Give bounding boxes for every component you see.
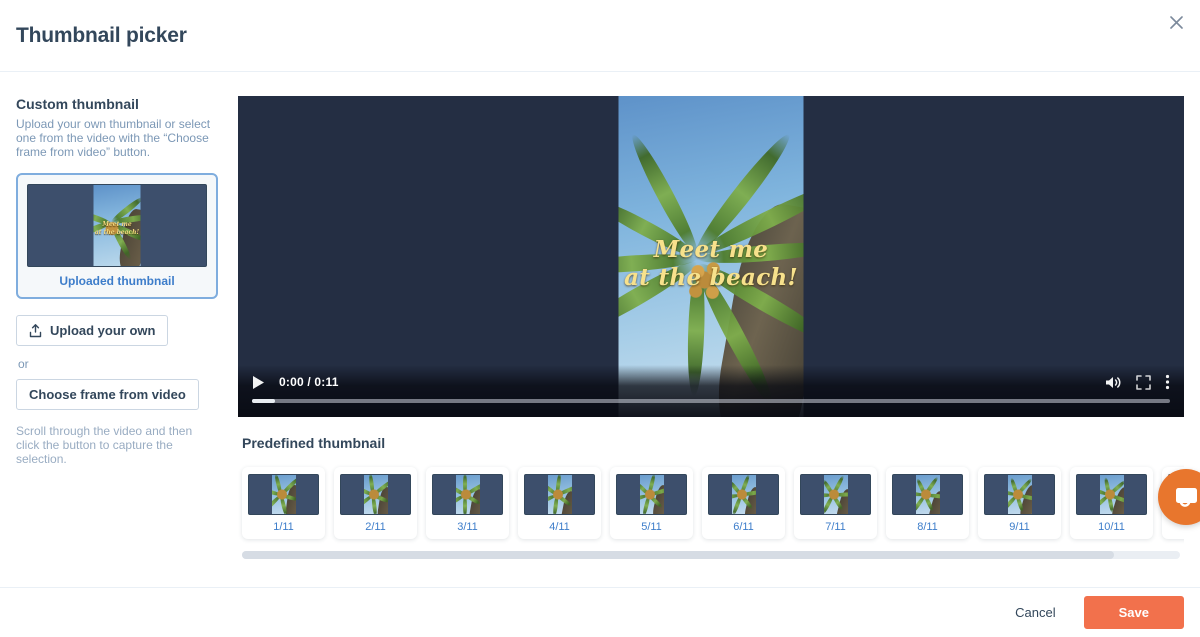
uploaded-caption-line2: at the beach! (95, 229, 139, 236)
predefined-thumbnail-label: 2/11 (340, 515, 411, 535)
predefined-thumbnail-card[interactable]: 6/11 (702, 467, 785, 539)
modal-header: Thumbnail picker (0, 0, 1200, 72)
thumbnail-picker-modal: Thumbnail picker Custom thumbnail Upload… (0, 0, 1200, 637)
video-caption-line2: at the beach! (624, 264, 798, 291)
thumbnail-strip-scrollbar[interactable] (242, 551, 1180, 559)
custom-thumbnail-heading: Custom thumbnail (16, 96, 218, 112)
predefined-thumbnail-label: 7/11 (800, 515, 871, 535)
predefined-thumbnail-frame (1100, 475, 1124, 514)
predefined-thumbnail-label: 1/11 (248, 515, 319, 535)
video-time-display: 0:00 / 0:11 (279, 375, 339, 389)
predefined-thumbnail-card[interactable]: 3/11 (426, 467, 509, 539)
coconut-cluster (277, 489, 287, 500)
predefined-thumbnail-label: 10/11 (1076, 515, 1147, 535)
capture-hint-text: Scroll through the video and then click … (16, 424, 218, 466)
video-caption-line1: Meet me (654, 236, 768, 263)
predefined-thumbnail-frame (272, 475, 296, 514)
predefined-thumbnail-frame (916, 475, 940, 514)
coconut-cluster (1013, 489, 1023, 500)
video-progress-bar[interactable] (252, 399, 1170, 403)
coconut-cluster (829, 489, 839, 500)
uploaded-thumbnail-card[interactable]: Meet me at the beach! Uploaded thumbnail (16, 173, 218, 299)
predefined-thumbnail-frame (732, 475, 756, 514)
predefined-thumbnail-strip-wrapper: 1/11 2/11 3/11 4/11 5/11 6/11 7/11 8/11 9/11 10/1… (238, 463, 1184, 549)
upload-your-own-label: Upload your own (50, 323, 155, 338)
close-icon[interactable] (1162, 8, 1190, 36)
volume-icon[interactable] (1104, 375, 1122, 390)
cancel-button[interactable]: Cancel (1009, 597, 1061, 628)
custom-thumbnail-panel: Custom thumbnail Upload your own thumbna… (16, 96, 218, 587)
predefined-thumbnail-card[interactable]: 8/11 (886, 467, 969, 539)
predefined-thumbnail-image (984, 474, 1055, 515)
uploaded-thumbnail-image: Meet me at the beach! (27, 184, 207, 267)
predefined-thumbnail-label: 4/11 (524, 515, 595, 535)
coconut-cluster (369, 489, 379, 500)
upload-icon (29, 324, 42, 338)
choose-frame-label: Choose frame from video (29, 387, 186, 402)
coconut-cluster (1105, 489, 1115, 500)
predefined-thumbnail-label: 5/11 (616, 515, 687, 535)
predefined-thumbnail-strip: 1/11 2/11 3/11 4/11 5/11 6/11 7/11 8/11 9/11 10/1… (238, 463, 1184, 549)
predefined-thumbnail-card[interactable]: 2/11 (334, 467, 417, 539)
predefined-thumbnail-frame (548, 475, 572, 514)
save-button[interactable]: Save (1084, 596, 1184, 629)
play-icon[interactable] (252, 375, 265, 390)
coconut-cluster (461, 489, 471, 500)
predefined-thumbnail-card[interactable]: 1/11 (242, 467, 325, 539)
predefined-thumbnail-label: 9/11 (984, 515, 1055, 535)
predefined-thumbnail-frame (640, 475, 664, 514)
uploaded-thumbnail-label: Uploaded thumbnail (27, 267, 207, 291)
predefined-thumbnail-image (432, 474, 503, 515)
predefined-thumbnail-card[interactable]: 5/11 (610, 467, 693, 539)
modal-body: Custom thumbnail Upload your own thumbna… (0, 72, 1200, 587)
video-and-thumbnails-panel: Meet me at the beach! 0:00 / 0:11 (238, 96, 1184, 587)
predefined-thumbnail-image (800, 474, 871, 515)
custom-thumbnail-description: Upload your own thumbnail or select one … (16, 117, 218, 159)
choose-frame-from-video-button[interactable]: Choose frame from video (16, 379, 199, 410)
fullscreen-icon[interactable] (1136, 375, 1151, 390)
predefined-thumbnail-image (1076, 474, 1147, 515)
predefined-thumbnail-image (708, 474, 779, 515)
more-vertical-icon[interactable] (1165, 374, 1170, 390)
predefined-thumbnail-image (616, 474, 687, 515)
video-controls-row: 0:00 / 0:11 (238, 365, 1184, 399)
video-player[interactable]: Meet me at the beach! 0:00 / 0:11 (238, 96, 1184, 417)
predefined-thumbnail-card[interactable]: 4/11 (518, 467, 601, 539)
upload-your-own-button[interactable]: Upload your own (16, 315, 168, 346)
uploaded-caption-line1: Meet me (102, 221, 131, 228)
video-controls: 0:00 / 0:11 (238, 365, 1184, 417)
or-separator-label: or (18, 357, 218, 371)
predefined-thumbnail-label: 6/11 (708, 515, 779, 535)
predefined-thumbnail-image (340, 474, 411, 515)
coconut-cluster (553, 489, 563, 500)
predefined-thumbnail-frame (824, 475, 848, 514)
predefined-thumbnail-label: 8/11 (892, 515, 963, 535)
coconut-cluster (737, 489, 747, 500)
predefined-thumbnail-card[interactable]: 10/11 (1070, 467, 1153, 539)
predefined-thumbnail-label: 3/11 (432, 515, 503, 535)
page-title: Thumbnail picker (16, 24, 187, 48)
coconut-cluster (921, 489, 931, 500)
predefined-thumbnail-frame (456, 475, 480, 514)
coconut-cluster (645, 489, 655, 500)
predefined-thumbnail-card[interactable]: 7/11 (794, 467, 877, 539)
predefined-thumbnail-frame (364, 475, 388, 514)
predefined-thumbnail-heading: Predefined thumbnail (242, 435, 1184, 451)
predefined-thumbnail-image (892, 474, 963, 515)
predefined-thumbnail-frame (1008, 475, 1032, 514)
predefined-thumbnail-card[interactable]: 9/11 (978, 467, 1061, 539)
thumbnail-strip-scrollbar-thumb[interactable] (242, 551, 1114, 559)
video-caption: Meet me at the beach! (619, 236, 804, 292)
modal-footer: Cancel Save (0, 587, 1200, 637)
video-progress-fill (252, 399, 275, 403)
predefined-thumbnail-image (524, 474, 595, 515)
predefined-thumbnail-image (248, 474, 319, 515)
